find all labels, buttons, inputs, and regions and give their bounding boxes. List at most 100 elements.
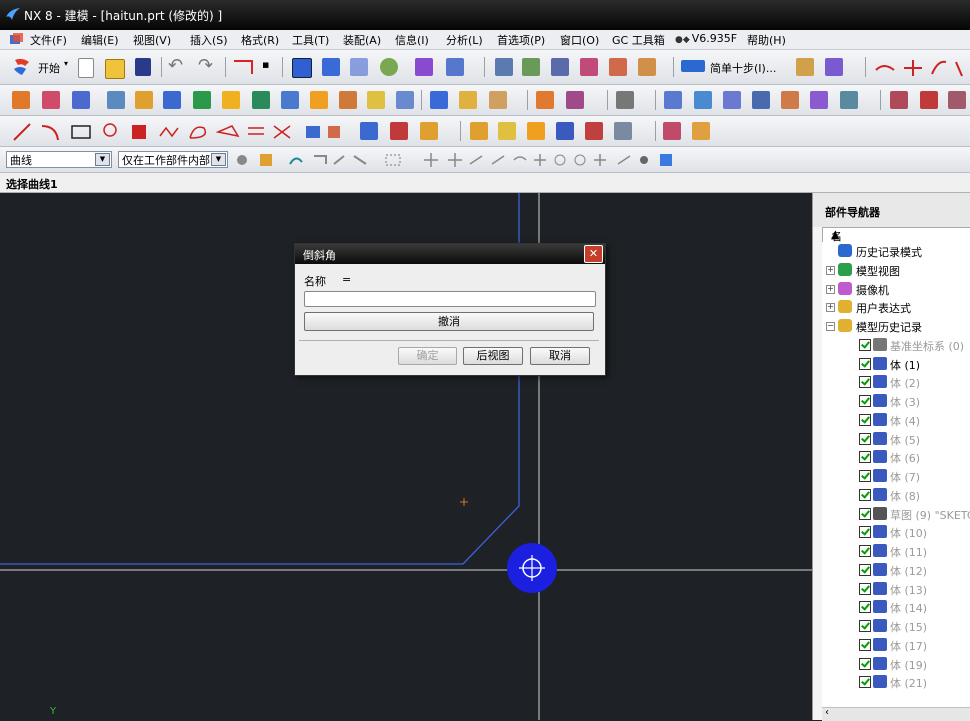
chamfer-icon[interactable] <box>310 91 328 109</box>
checkbox-checked-icon[interactable] <box>859 488 871 501</box>
surface-icon-2[interactable] <box>694 91 712 109</box>
menu-help[interactable]: 帮助(H) <box>747 32 786 48</box>
tree-row-feature[interactable]: 体 (8) <box>822 486 970 505</box>
snap-point-icons[interactable] <box>234 152 674 168</box>
fit-icon[interactable] <box>292 58 312 78</box>
extrude-icon[interactable] <box>12 91 30 109</box>
tree-node-user-expressions[interactable]: + 用户表达式 <box>822 298 970 317</box>
checkbox-checked-icon[interactable] <box>859 395 871 407</box>
curve-icon-18[interactable] <box>527 122 545 140</box>
tree-row-feature[interactable]: 体 (15) <box>822 617 970 636</box>
surface-icon-7[interactable] <box>840 91 858 109</box>
checkbox-checked-icon[interactable] <box>859 357 871 370</box>
menu-preferences[interactable]: 首选项(P) <box>497 32 545 48</box>
snap-icon[interactable] <box>681 60 705 72</box>
start-button[interactable]: 开始 <box>38 60 60 76</box>
copy-layer-icon[interactable] <box>551 58 569 76</box>
datum-icon[interactable] <box>638 58 656 76</box>
column-header-name[interactable]: 名称 ▲ <box>822 227 970 259</box>
curve-icon-13[interactable] <box>360 122 378 140</box>
tree-row-feature[interactable]: 体 (17) <box>822 636 970 655</box>
tree-node-model-history[interactable]: − 模型历史记录 <box>822 317 970 336</box>
curve-icon-16[interactable] <box>470 122 488 140</box>
checkbox-checked-icon[interactable] <box>859 413 871 426</box>
csys-icon[interactable] <box>609 58 627 76</box>
analysis-icon[interactable] <box>825 58 843 76</box>
menu-view[interactable]: 视图(V) <box>133 32 171 48</box>
back-view-button[interactable]: 后视图 <box>463 347 523 365</box>
trim-body-icon[interactable] <box>536 91 554 109</box>
tree-row-feature[interactable]: 体 (5) <box>822 430 970 449</box>
menu-window[interactable]: 窗口(O) <box>560 32 599 48</box>
unite-icon[interactable] <box>430 91 448 109</box>
ok-button[interactable]: 确定 <box>398 347 457 365</box>
tree-row-feature[interactable]: 体 (12) <box>822 561 970 580</box>
curve-icon-21[interactable] <box>614 122 632 140</box>
curve-tools-icons[interactable] <box>874 58 964 78</box>
tree-row-feature[interactable]: 体 (19) <box>822 655 970 674</box>
tree-row-feature[interactable]: 体 (13) <box>822 580 970 599</box>
curve-icon-19[interactable] <box>556 122 574 140</box>
checkbox-checked-icon[interactable] <box>859 638 871 651</box>
chevron-down-icon[interactable]: ▼ <box>95 153 110 166</box>
checkbox-checked-icon[interactable] <box>859 526 871 539</box>
menu-assembly[interactable]: 装配(A) <box>343 32 381 48</box>
instance-icon[interactable] <box>616 91 634 109</box>
new-file-icon[interactable] <box>78 58 94 78</box>
tree-row-feature[interactable]: 体 (3) <box>822 392 970 411</box>
shell-icon[interactable] <box>339 91 357 109</box>
checkbox-checked-icon[interactable] <box>859 582 871 595</box>
intersect-icon[interactable] <box>489 91 507 109</box>
curve-icon-20[interactable] <box>585 122 603 140</box>
menu-edit[interactable]: 编辑(E) <box>81 32 119 48</box>
curve-icon-14[interactable] <box>390 122 408 140</box>
tree-row-feature[interactable]: 草图 (9) "SKETC <box>822 505 970 524</box>
curve-icon-15[interactable] <box>420 122 438 140</box>
layer-icon[interactable] <box>495 58 513 76</box>
pmi-icon-3[interactable] <box>948 91 966 109</box>
tree-node-history-mode[interactable]: 历史记录模式 <box>822 242 970 261</box>
curve-icon-23[interactable] <box>692 122 710 140</box>
name-input[interactable] <box>304 291 596 307</box>
pmi-icon-2[interactable] <box>920 91 938 109</box>
curve-icon-17[interactable] <box>498 122 516 140</box>
checkbox-checked-icon[interactable] <box>859 545 871 557</box>
cancel-button[interactable]: 取消 <box>530 347 590 365</box>
scope-select[interactable]: 仅在工作部件内部 ▼ <box>118 151 228 168</box>
offset-face-icon[interactable] <box>396 91 414 109</box>
menu-tools[interactable]: 工具(T) <box>292 32 329 48</box>
menu-info[interactable]: 信息(I) <box>395 32 429 48</box>
measure-icon[interactable] <box>796 58 814 76</box>
pmi-icon-1[interactable] <box>890 91 908 109</box>
collapse-icon[interactable]: − <box>826 322 835 331</box>
revolve-icon[interactable] <box>42 91 60 109</box>
pocket-icon[interactable] <box>163 91 181 109</box>
tree-row-feature[interactable]: 体 (14) <box>822 598 970 617</box>
curve-toolbar-icons[interactable] <box>12 122 342 142</box>
tree-row-feature[interactable]: 基准坐标系 (0) <box>822 336 970 355</box>
horizontal-scrollbar[interactable]: ‹ <box>822 707 970 721</box>
slot-icon[interactable] <box>222 91 240 109</box>
start-dropdown-icon[interactable]: ▾ <box>64 59 68 68</box>
tree-row-feature[interactable]: 体 (10) <box>822 523 970 542</box>
delete-dropdown-icon[interactable]: ▪ <box>262 58 269 71</box>
pad-icon[interactable] <box>193 91 211 109</box>
menu-plugin[interactable]: ●◆ V6.935F <box>675 32 737 45</box>
draft-icon[interactable] <box>367 91 385 109</box>
menu-analysis[interactable]: 分析(L) <box>446 32 483 48</box>
expand-icon[interactable]: + <box>826 265 835 275</box>
checkbox-checked-icon[interactable] <box>859 676 871 689</box>
sort-ascending-icon[interactable]: ▲ <box>831 228 839 241</box>
groove-icon[interactable] <box>252 91 270 109</box>
app-menu-icon[interactable] <box>9 32 24 46</box>
view-dropdown-icon[interactable] <box>446 58 464 76</box>
boss-icon[interactable] <box>135 91 153 109</box>
checkbox-checked-icon[interactable] <box>859 338 871 351</box>
delete-icon[interactable] <box>232 58 258 76</box>
tree-row-feature[interactable]: 体 (4) <box>822 411 970 430</box>
tree-row-feature[interactable]: 体 (21) <box>822 673 970 692</box>
chevron-down-icon[interactable]: ▼ <box>211 153 226 166</box>
scroll-left-icon[interactable]: ‹ <box>825 707 829 718</box>
expand-icon[interactable]: + <box>826 284 835 294</box>
subtract-icon[interactable] <box>459 91 477 109</box>
